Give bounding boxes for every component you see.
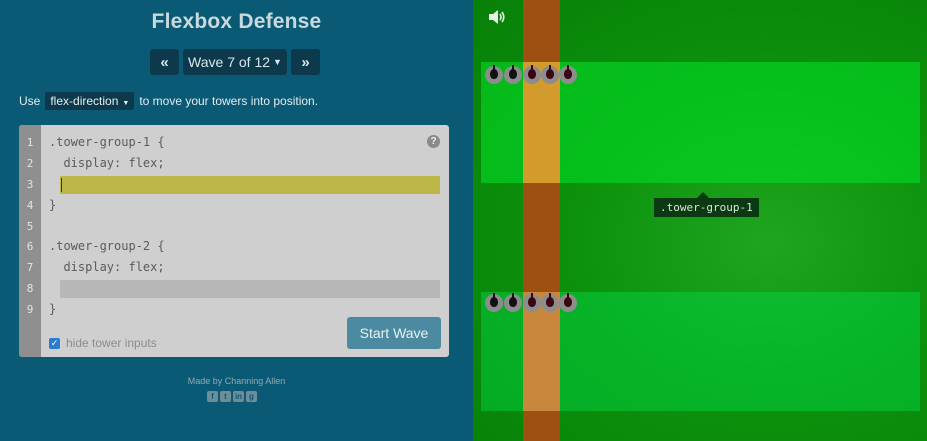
tower [504,65,522,84]
line-number: 8 [26,282,34,295]
social-links: f t in g [207,391,257,402]
code-line: .tower-group-1 { [49,135,165,149]
help-icon[interactable]: ? [427,135,440,148]
line-number: 3 [26,178,34,191]
tower [504,293,522,312]
line-number: 6 [26,240,34,253]
page-title: Flexbox Defense [151,10,322,33]
tower [541,65,559,84]
speaker-icon[interactable] [488,9,506,25]
code-editor: 1 2 3 4 5 6 7 8 9 .tower-group-1 { displ… [19,125,449,357]
linkedin-icon[interactable]: in [233,391,244,402]
twitter-icon[interactable]: t [220,391,231,402]
code-line: } [49,302,57,316]
left-panel: Flexbox Defense « Wave 7 of 12 ▼ » Use f… [0,0,473,441]
tower [541,293,559,312]
wave-navigation: « Wave 7 of 12 ▼ » [150,49,320,75]
line-number: 2 [26,157,34,170]
line-number: 1 [26,136,34,149]
instructions-prefix: Use [19,94,41,108]
css-input-group-1[interactable] [60,176,440,194]
code-line: display: flex; [49,156,165,170]
line-number: 4 [26,199,34,212]
wave-selector[interactable]: Wave 7 of 12 ▼ [183,49,287,75]
instructions: Use flex-direction ▼ to move your towers … [19,92,318,110]
prev-wave-button[interactable]: « [150,49,179,75]
chevron-down-icon: ▼ [122,100,130,107]
hide-tower-inputs-toggle[interactable]: ✓ hide tower inputs [49,336,157,350]
game-field: .tower-group-1 [473,0,927,441]
checkbox-checked-icon[interactable]: ✓ [49,337,60,349]
text-cursor [61,178,62,192]
github-icon[interactable]: g [246,391,257,402]
next-wave-button[interactable]: » [291,49,320,75]
wave-label: Wave 7 of 12 [188,54,271,70]
hide-tower-inputs-label: hide tower inputs [66,336,157,350]
tower [523,293,541,312]
code-line: display: flex; [49,260,165,274]
tower [559,293,577,312]
group-tooltip: .tower-group-1 [654,192,759,217]
tower [485,293,503,312]
line-number: 9 [26,303,34,316]
code-line: .tower-group-2 { [49,239,165,253]
line-number: 5 [26,220,34,233]
property-label: flex-direction [50,94,119,108]
start-wave-button[interactable]: Start Wave [347,317,441,349]
line-gutter: 1 2 3 4 5 6 7 8 9 [19,125,41,357]
code-line: } [49,198,57,212]
tower [523,65,541,84]
css-input-group-2[interactable] [60,280,440,298]
instructions-suffix: to move your towers into position. [139,94,319,108]
property-dropdown[interactable]: flex-direction ▼ [45,92,135,110]
tower [559,65,577,84]
chevron-down-icon: ▼ [273,57,282,67]
line-number: 7 [26,261,34,274]
facebook-icon[interactable]: f [207,391,218,402]
credit-text: Made by Channing Allen [187,376,286,386]
tower [485,65,503,84]
